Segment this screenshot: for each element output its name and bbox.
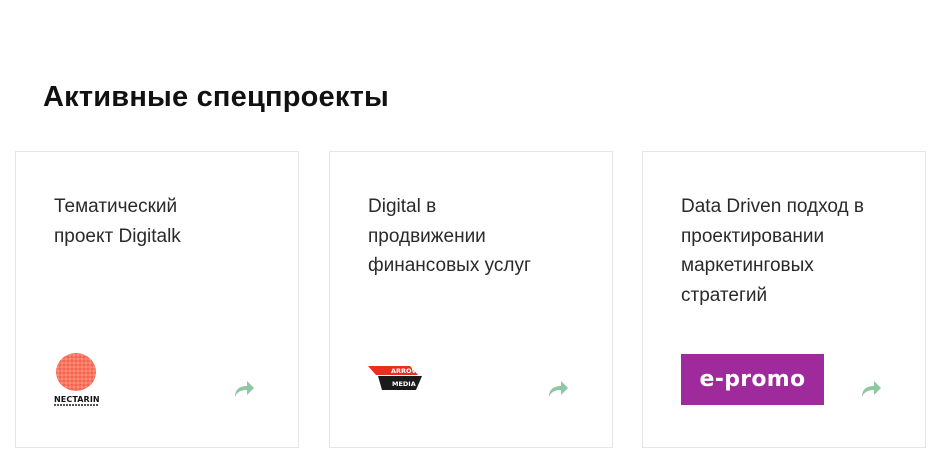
project-card-title-line: стратегий (681, 284, 768, 306)
project-card-title-line: проект Digitalk (54, 225, 181, 247)
nectarin-logo: NECTARIN (54, 353, 102, 408)
nectarin-logo-tagline (54, 404, 98, 406)
share-arrow-icon[interactable] (859, 378, 883, 400)
project-card-title-line: проектировании (681, 225, 825, 247)
project-card-digitalk[interactable]: Тематический проект Digitalk NECTARIN (15, 151, 299, 448)
project-card-title: Digital в продвижении финансовых услуг (368, 192, 588, 281)
project-card-title-line: финансовых услуг (368, 255, 531, 276)
section-title: Активные спецпроекты (43, 81, 389, 114)
arrow-media-logo-line2: MEDIA (392, 380, 416, 388)
project-card-title: Data Driven подход в проектировании марк… (681, 192, 901, 310)
project-card-digital-finance[interactable]: Digital в продвижении финансовых услуг A… (329, 151, 613, 448)
project-card-title-line: продвижении (368, 225, 486, 247)
project-card-title-line: Digital в (368, 196, 437, 217)
nectarin-logo-mark (56, 353, 96, 391)
project-card-title: Тематический проект Digitalk (54, 192, 274, 251)
nectarin-logo-text: NECTARIN (54, 395, 100, 404)
project-card-title-line: маркетинговых (681, 255, 814, 276)
arrow-media-logo: ARROW MEDIA (368, 366, 422, 390)
arrow-media-logo-line1: ARROW (391, 367, 419, 375)
project-card-title-line: Data Driven подход в (681, 196, 865, 217)
share-arrow-icon[interactable] (546, 378, 570, 400)
epromo-logo: e-promo (681, 354, 824, 405)
share-arrow-icon[interactable] (232, 378, 256, 400)
project-card-title-line: Тематический (54, 196, 178, 217)
project-card-data-driven[interactable]: Data Driven подход в проектировании марк… (642, 151, 926, 448)
